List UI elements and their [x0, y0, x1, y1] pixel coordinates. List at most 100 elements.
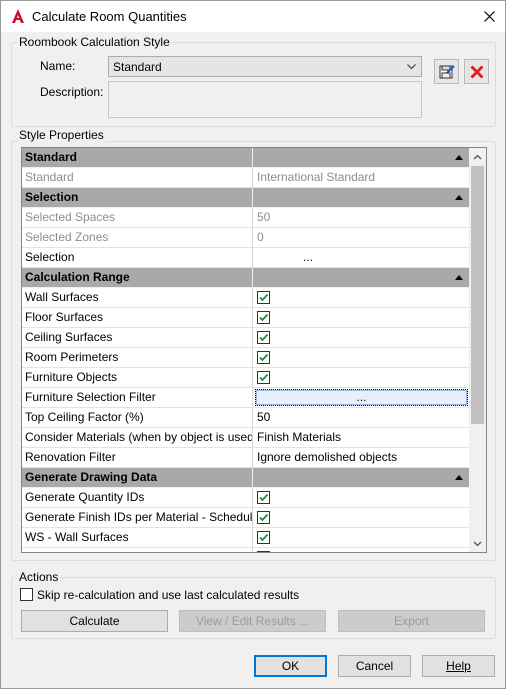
- property-value-checkbox[interactable]: [254, 308, 469, 328]
- scroll-down-arrow-icon[interactable]: [473, 539, 482, 548]
- property-value-checkbox[interactable]: [254, 288, 469, 308]
- checkbox[interactable]: [257, 551, 270, 552]
- checkbox[interactable]: [257, 531, 270, 544]
- property-value-checkbox[interactable]: [254, 368, 469, 388]
- category-row-generate-drawing-data[interactable]: Generate Drawing Data: [22, 468, 469, 488]
- property-row-selection[interactable]: Selection...: [22, 248, 469, 268]
- property-value[interactable]: Ignore demolished objects: [254, 448, 469, 468]
- property-name: Generate Finish IDs per Material - Sched…: [22, 508, 253, 528]
- ok-button[interactable]: OK: [254, 655, 327, 677]
- collapse-arrow-icon[interactable]: [455, 154, 463, 160]
- property-value-checkbox[interactable]: [254, 348, 469, 368]
- autodesk-app-icon: [12, 9, 24, 23]
- checkbox[interactable]: [257, 331, 270, 344]
- property-value-ellipsis-selected[interactable]: ...: [254, 388, 469, 408]
- skip-recalculation-checkbox[interactable]: [20, 588, 33, 601]
- property-name: Standard: [22, 168, 253, 188]
- checkbox[interactable]: [257, 291, 270, 304]
- property-name: Selected Spaces: [22, 208, 253, 228]
- view-edit-results-button[interactable]: View / Edit Results ...: [179, 610, 326, 632]
- close-button[interactable]: [473, 1, 505, 31]
- property-row-top-ceiling-factor[interactable]: Top Ceiling Factor (%) 50: [22, 408, 469, 428]
- category-header-cell: [254, 468, 469, 488]
- property-name: Floor Surfaces: [22, 308, 253, 328]
- property-name: FS - Floor Surfaces: [22, 548, 253, 552]
- category-row-calculation-range[interactable]: Calculation Range: [22, 268, 469, 288]
- property-row-generate-finish-ids-per-material-schedule[interactable]: Generate Finish IDs per Material - Sched…: [22, 508, 469, 528]
- checkmark-icon: [259, 293, 269, 302]
- property-value-checkbox[interactable]: [254, 328, 469, 348]
- delete-style-button[interactable]: [464, 59, 489, 84]
- skip-recalculation-label: Skip re-calculation and use last calcula…: [37, 588, 300, 602]
- property-row-fs-floor-surfaces[interactable]: FS - Floor Surfaces: [22, 548, 469, 552]
- property-value[interactable]: 50: [254, 208, 469, 228]
- property-name: Room Perimeters: [22, 348, 253, 368]
- property-name: Selected Zones: [22, 228, 253, 248]
- property-value-checkbox[interactable]: [254, 488, 469, 508]
- property-row-selected-spaces[interactable]: Selected Spaces 50: [22, 208, 469, 228]
- properties-scrollbar[interactable]: [469, 148, 486, 552]
- cancel-button[interactable]: Cancel: [338, 655, 411, 677]
- category-label: Calculation Range: [22, 268, 253, 288]
- ellipsis-button[interactable]: ...: [257, 248, 469, 267]
- property-value-checkbox[interactable]: [254, 508, 469, 528]
- style-properties-grid[interactable]: Standard Standard International Standard Se…: [21, 147, 487, 553]
- checkbox[interactable]: [257, 491, 270, 504]
- save-style-icon: [439, 64, 455, 78]
- style-name-dropdown[interactable]: Standard: [108, 56, 422, 77]
- category-label: Standard: [22, 148, 253, 168]
- checkbox[interactable]: [257, 311, 270, 324]
- checkmark-icon: [259, 493, 269, 502]
- property-value[interactable]: 50: [254, 408, 469, 428]
- calculate-button[interactable]: Calculate: [21, 610, 168, 632]
- scroll-up-arrow-icon[interactable]: [473, 153, 482, 162]
- checkmark-icon: [259, 513, 269, 522]
- help-button[interactable]: Help: [422, 655, 495, 677]
- actions-group-label: Actions: [17, 570, 61, 584]
- export-button[interactable]: Export: [338, 610, 485, 632]
- checkbox[interactable]: [257, 371, 270, 384]
- property-name: Ceiling Surfaces: [22, 328, 253, 348]
- save-style-button[interactable]: [434, 59, 459, 84]
- property-row-ws-wall-surfaces[interactable]: WS - Wall Surfaces: [22, 528, 469, 548]
- property-value-ellipsis[interactable]: ...: [254, 248, 469, 268]
- property-name: Furniture Objects: [22, 368, 253, 388]
- property-row-selected-zones[interactable]: Selected Zones 0: [22, 228, 469, 248]
- property-row-generate-quantity-ids[interactable]: Generate Quantity IDs: [22, 488, 469, 508]
- property-row-standard[interactable]: Standard International Standard: [22, 168, 469, 188]
- scrollbar-thumb[interactable]: [471, 166, 484, 424]
- property-value-checkbox[interactable]: [254, 548, 469, 552]
- checkmark-icon: [259, 353, 269, 362]
- property-row-furniture-selection-filter[interactable]: Furniture Selection Filter...: [22, 388, 469, 408]
- properties-grid-body: Standard Standard International Standard Se…: [22, 148, 469, 552]
- property-name: Selection: [22, 248, 253, 268]
- property-row-renovation-filter[interactable]: Renovation Filter Ignore demolished objec…: [22, 448, 469, 468]
- checkbox[interactable]: [257, 351, 270, 364]
- property-row-floor-surfaces[interactable]: Floor Surfaces: [22, 308, 469, 328]
- collapse-arrow-icon[interactable]: [455, 474, 463, 480]
- property-name: WS - Wall Surfaces: [22, 528, 253, 548]
- property-name: Renovation Filter: [22, 448, 253, 468]
- ellipsis-button[interactable]: ...: [255, 389, 468, 406]
- property-row-wall-surfaces[interactable]: Wall Surfaces: [22, 288, 469, 308]
- description-field[interactable]: [108, 81, 422, 118]
- category-row-selection[interactable]: Selection: [22, 188, 469, 208]
- window-title: Calculate Room Quantities: [32, 9, 187, 24]
- property-row-furniture-objects[interactable]: Furniture Objects: [22, 368, 469, 388]
- collapse-arrow-icon[interactable]: [455, 274, 463, 280]
- property-row-room-perimeters[interactable]: Room Perimeters: [22, 348, 469, 368]
- property-value[interactable]: Finish Materials: [254, 428, 469, 448]
- property-value[interactable]: International Standard: [254, 168, 469, 188]
- property-value-checkbox[interactable]: [254, 528, 469, 548]
- dialog-window: Calculate Room Quantities Roombook Calcu…: [0, 0, 506, 689]
- property-value[interactable]: 0: [254, 228, 469, 248]
- checkmark-icon: [259, 373, 269, 382]
- checkbox[interactable]: [257, 511, 270, 524]
- property-row-consider-materials-when-by-object-is-used[interactable]: Consider Materials (when by object is us…: [22, 428, 469, 448]
- properties-group-label: Style Properties: [17, 128, 106, 142]
- category-row-standard[interactable]: Standard: [22, 148, 469, 168]
- property-name: Consider Materials (when by object is us…: [22, 428, 253, 448]
- property-row-ceiling-surfaces[interactable]: Ceiling Surfaces: [22, 328, 469, 348]
- collapse-arrow-icon[interactable]: [455, 194, 463, 200]
- category-header-cell: [254, 188, 469, 208]
